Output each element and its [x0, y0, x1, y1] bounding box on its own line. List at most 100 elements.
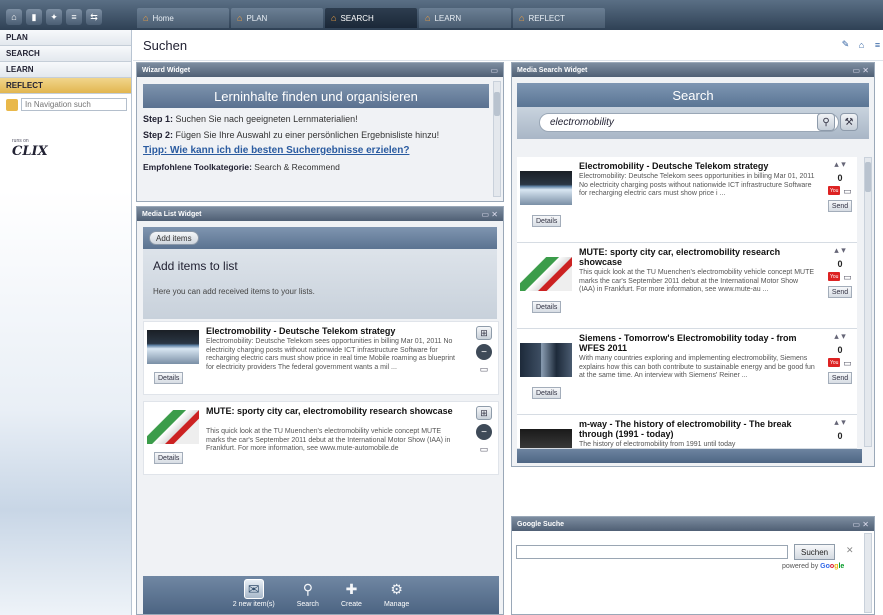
video-thumbnail[interactable] — [147, 410, 199, 444]
details-button[interactable]: Details — [532, 301, 562, 313]
thumbs-icon[interactable]: ▴ ▾ — [834, 159, 846, 170]
tab-search[interactable]: ⌂ SEARCH — [325, 8, 417, 28]
sidebar-item-plan[interactable]: PLAN — [0, 30, 131, 46]
video-thumbnail[interactable] — [520, 171, 572, 205]
comment-icon[interactable]: ▭ — [843, 358, 852, 369]
window-controls-icon[interactable]: ▭ ✕ — [853, 66, 869, 75]
new-items-button[interactable]: ✉ 2 new item(s) — [233, 579, 275, 614]
vote-count: 0 — [837, 345, 843, 355]
add-items-button[interactable]: Add items — [149, 231, 199, 245]
search-title: Search — [517, 83, 869, 107]
chart-icon[interactable]: ▮ — [26, 9, 42, 25]
home-icon: ⌂ — [331, 13, 337, 23]
result-actions: ▴ ▾ 0 — [827, 417, 853, 441]
sidebar-item-reflect[interactable]: REFLECT — [0, 78, 131, 94]
scrollbar[interactable] — [493, 81, 501, 197]
navigation-search-input[interactable] — [21, 98, 127, 111]
add-items-title: Add items to list — [153, 259, 238, 273]
list-icon[interactable]: ≡ — [66, 9, 82, 25]
search-button[interactable]: ⚲ Search — [297, 579, 319, 614]
thumbs-icon[interactable]: ▴ ▾ — [834, 245, 846, 256]
google-logo-part: le — [838, 563, 845, 570]
item-description: Electromobility: Deutsche Telekom sees o… — [206, 338, 455, 371]
add-items-subtitle: Here you can add received items to your … — [153, 287, 315, 296]
tab-label: LEARN — [434, 13, 462, 23]
google-search-input[interactable] — [516, 545, 788, 559]
comment-icon[interactable]: ▭ — [480, 364, 489, 375]
sitemap-icon[interactable]: ⌂ — [856, 39, 867, 50]
details-button[interactable]: Details — [532, 387, 562, 399]
send-button[interactable]: Send — [827, 200, 853, 212]
minimize-icon[interactable]: ▭ — [490, 66, 498, 75]
send-button[interactable]: Send — [827, 372, 853, 384]
add-to-list-icon[interactable]: ⊞ — [476, 406, 492, 420]
result-title[interactable]: Siemens - Tomorrow's Electromobility tod… — [579, 333, 815, 353]
window-controls-icon[interactable]: ▭ ✕ — [482, 210, 498, 219]
vote-count: 0 — [837, 259, 843, 269]
item-title[interactable]: MUTE: sporty city car, electromobility r… — [206, 406, 456, 416]
result-description: With many countries exploring and implem… — [579, 355, 815, 379]
item-title[interactable]: Electromobility - Deutsche Telekom strat… — [206, 326, 456, 336]
youtube-icon[interactable]: You — [828, 272, 841, 281]
tools-icon[interactable]: ✦ — [46, 9, 62, 25]
scrollbar[interactable] — [864, 533, 872, 613]
create-icon: ✚ — [345, 580, 358, 597]
send-button[interactable]: Send — [827, 286, 853, 298]
video-thumbnail[interactable] — [520, 257, 572, 291]
settings-icon[interactable]: ≡ — [872, 39, 883, 50]
search-icon[interactable]: ⚲ — [817, 113, 835, 131]
tab-plan[interactable]: ⌂ PLAN — [231, 8, 323, 28]
comment-icon[interactable]: ▭ — [843, 272, 852, 283]
remove-icon[interactable]: − — [476, 424, 492, 440]
video-thumbnail[interactable] — [520, 343, 572, 377]
add-to-list-icon[interactable]: ⊞ — [476, 326, 492, 340]
widget-header: Media List Widget ▭ ✕ — [137, 207, 503, 221]
wrench-icon[interactable]: ⚒ — [840, 113, 858, 131]
window-controls-icon[interactable]: ▭ ✕ — [853, 520, 869, 529]
youtube-icon[interactable]: You — [828, 358, 841, 367]
tab-home[interactable]: ⌂ Home — [137, 8, 229, 28]
details-button[interactable]: Details — [154, 452, 184, 464]
media-list-toolbar: ✉ 2 new item(s) ⚲ Search ✚ Create ⚙ Manage — [143, 576, 499, 614]
tab-learn[interactable]: ⌂ LEARN — [419, 8, 511, 28]
youtube-icon[interactable]: You — [828, 186, 841, 195]
remove-icon[interactable]: − — [476, 344, 492, 360]
result-title[interactable]: m-way - The history of electromobility -… — [579, 419, 815, 439]
details-button[interactable]: Details — [154, 372, 184, 384]
navigation-search — [6, 98, 127, 111]
arrows-icon[interactable]: ⇆ — [86, 9, 102, 25]
result-title[interactable]: MUTE: sporty city car, electromobility r… — [579, 247, 815, 267]
tab-reflect[interactable]: ⌂ REFLECT — [513, 8, 605, 28]
thumbs-icon[interactable]: ▴ ▾ — [834, 331, 846, 342]
widget-title: Google Suche — [517, 520, 565, 528]
search-result: Details MUTE: sporty city car, electromo… — [517, 243, 857, 329]
media-search-input[interactable]: electromobility — [539, 113, 839, 132]
details-button[interactable]: Details — [532, 215, 562, 227]
google-search-widget: Google Suche ▭ ✕ Suchen ✕ powered by Goog… — [511, 516, 875, 615]
add-bar: Add items — [143, 227, 497, 249]
result-description: Electromobility: Deutsche Telekom sees o… — [579, 173, 815, 197]
create-button[interactable]: ✚ Create — [341, 579, 362, 614]
video-thumbnail[interactable] — [147, 330, 199, 364]
scrollbar[interactable] — [864, 157, 872, 447]
tip-link[interactable]: Tipp: Wie kann ich die besten Suchergebn… — [143, 145, 497, 156]
toolbar-label: Create — [340, 601, 362, 608]
video-thumbnail[interactable] — [520, 429, 572, 448]
wizard-title: Lerninhalte finden und organisieren — [143, 84, 489, 108]
edit-icon[interactable]: ✎ — [840, 39, 851, 50]
comment-icon[interactable]: ▭ — [480, 444, 489, 455]
result-title[interactable]: Electromobility - Deutsche Telekom strat… — [579, 161, 815, 171]
manage-button[interactable]: ⚙ Manage — [384, 579, 409, 614]
sidebar-item-search[interactable]: SEARCH — [0, 46, 131, 62]
wizard-step-2: Step 2: Fügen Sie Ihre Auswahl zu einer … — [143, 130, 493, 140]
close-icon[interactable]: ✕ — [846, 545, 854, 556]
home-icon[interactable]: ⌂ — [6, 9, 22, 25]
thumbs-icon[interactable]: ▴ ▾ — [834, 417, 846, 428]
widget-title: Media Search Widget — [517, 66, 588, 74]
search-icon: ⚲ — [302, 580, 313, 597]
comment-icon[interactable]: ▭ — [843, 186, 852, 197]
google-search-button[interactable]: Suchen — [794, 544, 836, 560]
list-item: Details Electromobility - Deutsche Telek… — [143, 321, 499, 395]
sidebar-item-learn[interactable]: LEARN — [0, 62, 131, 78]
widget-title: Wizard Widget — [142, 66, 191, 74]
